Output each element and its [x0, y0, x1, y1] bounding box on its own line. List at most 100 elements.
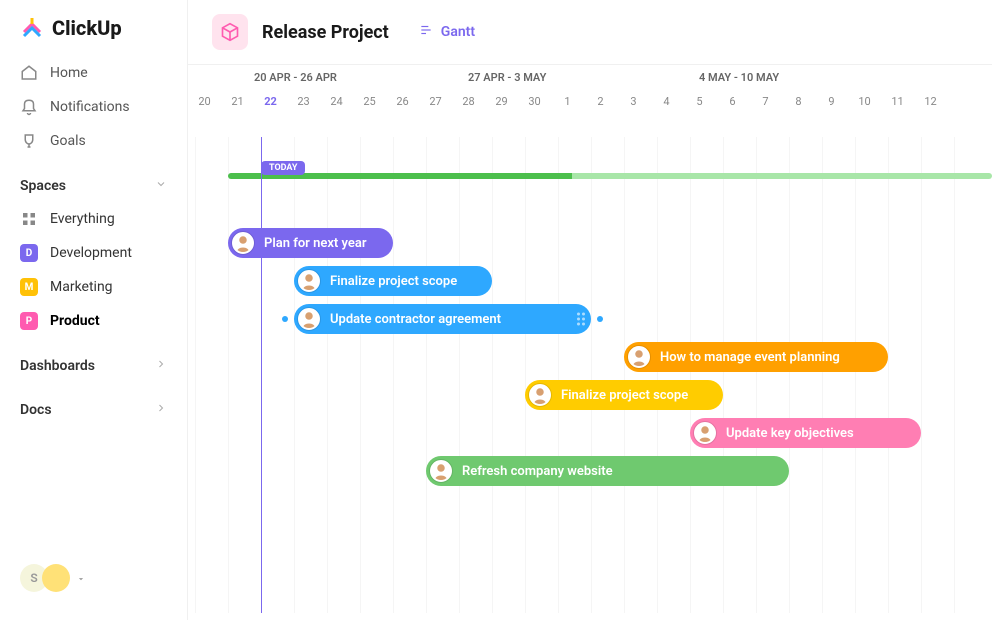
gantt-task-bar[interactable]: Update contractor agreement: [294, 304, 591, 334]
gantt-task-bar[interactable]: How to manage event planning: [624, 342, 888, 372]
day-column-header: 22: [254, 95, 287, 108]
grid-line: [393, 137, 394, 613]
grid-line: [657, 137, 658, 613]
grid-line: [591, 137, 592, 613]
docs-section[interactable]: Docs: [0, 382, 187, 426]
grid-line: [327, 137, 328, 613]
week-header: 20 APR - 26 APR 27 APR - 3 MAY 4 MAY - 1…: [188, 65, 992, 89]
progress-bar[interactable]: [228, 173, 992, 179]
week-label: 27 APR - 3 MAY: [468, 71, 699, 84]
day-column-header: 21: [221, 95, 254, 108]
day-column-header: 23: [287, 95, 320, 108]
today-line: [261, 137, 262, 613]
space-label: Marketing: [50, 279, 113, 295]
dashboards-section[interactable]: Dashboards: [0, 338, 187, 382]
dependency-dot[interactable]: [282, 316, 288, 322]
grid-line: [426, 137, 427, 613]
trophy-icon: [20, 132, 38, 150]
grid-line: [921, 137, 922, 613]
assignee-avatar: [529, 384, 551, 406]
grid-line: [228, 137, 229, 613]
gantt-task-bar[interactable]: Finalize project scope: [525, 380, 723, 410]
gantt-timeline: 20 APR - 26 APR 27 APR - 3 MAY 4 MAY - 1…: [188, 65, 992, 620]
grid-line: [459, 137, 460, 613]
grid-line: [888, 137, 889, 613]
view-tab-gantt[interactable]: Gantt: [419, 23, 475, 41]
day-column-header: 24: [320, 95, 353, 108]
spaces-header[interactable]: Spaces: [0, 158, 187, 202]
space-badge: P: [20, 312, 38, 330]
grid-line: [855, 137, 856, 613]
nav-notifications[interactable]: Notifications: [0, 90, 187, 124]
week-label: 20 APR - 26 APR: [188, 71, 468, 84]
day-column-header: 25: [353, 95, 386, 108]
assignee-avatar: [298, 308, 320, 330]
day-column-header: 11: [881, 95, 914, 108]
day-column-header: 8: [782, 95, 815, 108]
space-item-development[interactable]: D Development: [0, 236, 187, 270]
task-label: How to manage event planning: [660, 350, 840, 365]
grid-line: [954, 137, 955, 613]
gantt-icon: [419, 23, 433, 41]
grid-line: [624, 137, 625, 613]
grid-line: [690, 137, 691, 613]
chevron-down-icon: [76, 569, 86, 588]
assignee-avatar: [694, 422, 716, 444]
gantt-task-bar[interactable]: Plan for next year: [228, 228, 393, 258]
grid-icon: [20, 210, 38, 228]
space-item-product[interactable]: P Product: [0, 304, 187, 338]
grid-line: [558, 137, 559, 613]
space-everything[interactable]: Everything: [0, 202, 187, 236]
day-column-header: 10: [848, 95, 881, 108]
view-tab-label: Gantt: [441, 24, 475, 40]
task-label: Finalize project scope: [561, 388, 688, 403]
clickup-logo-icon: [20, 16, 44, 40]
grid-line: [723, 137, 724, 613]
day-column-header: 20: [188, 95, 221, 108]
dashboards-label: Dashboards: [20, 358, 95, 374]
grid-line: [360, 137, 361, 613]
nav-goals[interactable]: Goals: [0, 124, 187, 158]
day-column-header: 4: [650, 95, 683, 108]
chevron-right-icon: [155, 358, 167, 374]
task-label: Update key objectives: [726, 426, 854, 441]
day-column-header: 5: [683, 95, 716, 108]
drag-handle-icon[interactable]: [577, 313, 585, 326]
day-column-header: 29: [485, 95, 518, 108]
dependency-dot[interactable]: [597, 316, 603, 322]
assignee-avatar: [628, 346, 650, 368]
day-column-header: 6: [716, 95, 749, 108]
app-logo[interactable]: ClickUp: [0, 16, 187, 56]
project-title: Release Project: [262, 22, 389, 43]
today-marker: TODAY: [261, 161, 305, 175]
task-label: Plan for next year: [264, 236, 367, 251]
day-column-header: 12: [914, 95, 947, 108]
task-label: Update contractor agreement: [330, 312, 501, 327]
gantt-task-bar[interactable]: Update key objectives: [690, 418, 921, 448]
gantt-task-bar[interactable]: Refresh company website: [426, 456, 789, 486]
grid-line: [294, 137, 295, 613]
grid-line: [789, 137, 790, 613]
assignee-avatar: [430, 460, 452, 482]
docs-label: Docs: [20, 402, 52, 418]
day-column-header: 26: [386, 95, 419, 108]
gantt-task-bar[interactable]: Finalize project scope: [294, 266, 492, 296]
grid-line: [756, 137, 757, 613]
gantt-chart-area[interactable]: TODAY Plan for next year Finalize project…: [188, 113, 992, 613]
day-column-header: 1: [551, 95, 584, 108]
space-badge: D: [20, 244, 38, 262]
user-avatars[interactable]: S: [0, 564, 187, 604]
page-header: Release Project Gantt: [188, 0, 992, 65]
day-column-header: 3: [617, 95, 650, 108]
task-label: Refresh company website: [462, 464, 613, 479]
project-icon[interactable]: [212, 14, 248, 50]
nav-home[interactable]: Home: [0, 56, 187, 90]
nav-notifications-label: Notifications: [50, 99, 130, 115]
day-column-header: 7: [749, 95, 782, 108]
space-everything-label: Everything: [50, 211, 115, 227]
grid-line: [822, 137, 823, 613]
day-column-header: 28: [452, 95, 485, 108]
space-item-marketing[interactable]: M Marketing: [0, 270, 187, 304]
sidebar: ClickUp Home Notifications Goals Spaces …: [0, 0, 188, 620]
space-label: Development: [50, 245, 132, 261]
